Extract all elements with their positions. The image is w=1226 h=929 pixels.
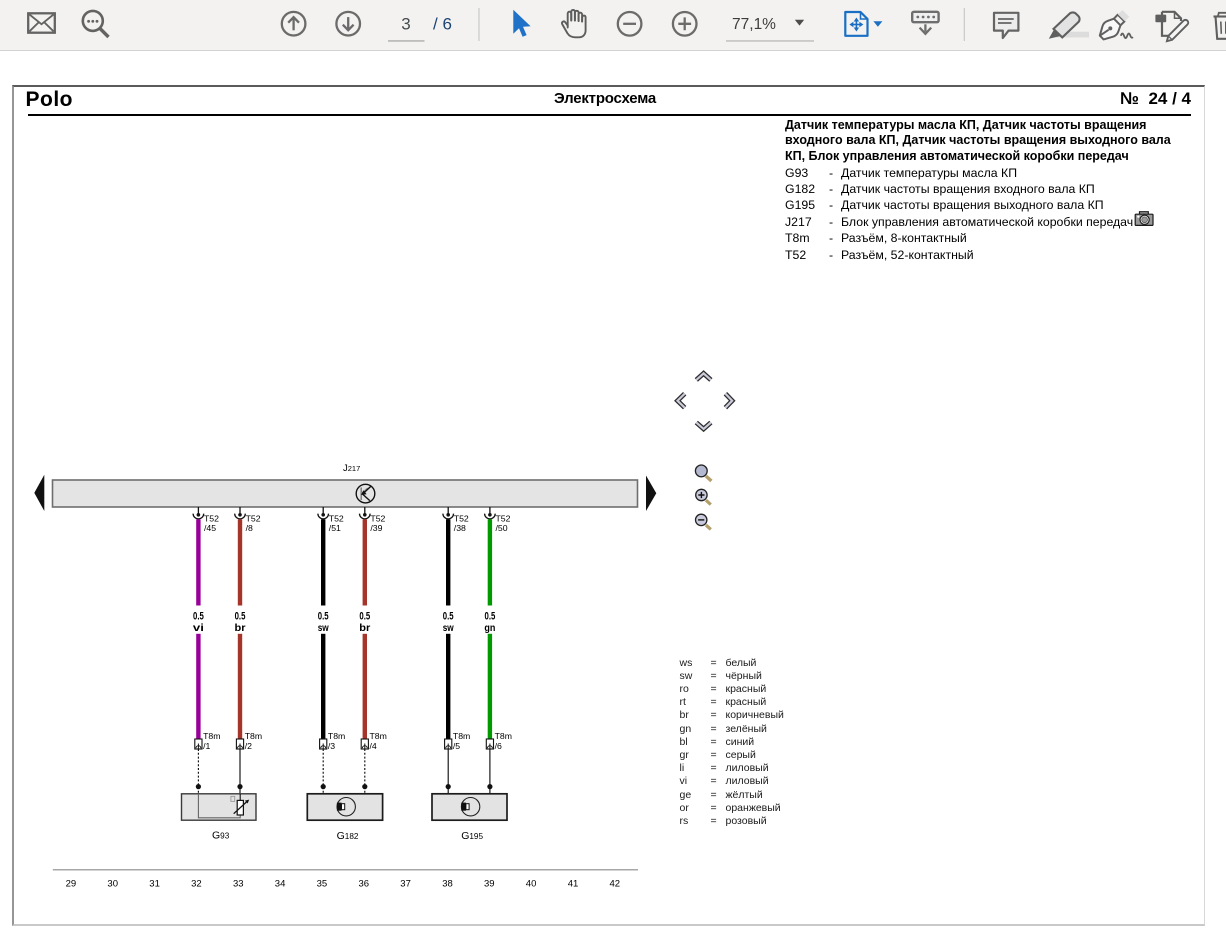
- svg-text:/5: /5: [453, 741, 460, 751]
- svg-text:0.5: 0.5: [485, 611, 496, 623]
- svg-text:T8m: T8m: [245, 731, 262, 741]
- svg-text:31: 31: [149, 879, 160, 890]
- svg-text:T8m: T8m: [328, 731, 345, 741]
- svg-text:39: 39: [484, 879, 495, 890]
- svg-text:br: br: [359, 622, 370, 634]
- svg-text:vi: vi: [193, 622, 204, 634]
- svg-text:T52: T52: [204, 513, 219, 523]
- svg-text:T8m: T8m: [453, 731, 470, 741]
- svg-text:35: 35: [317, 879, 328, 890]
- svg-text:/45: /45: [204, 523, 216, 533]
- svg-text:/51: /51: [329, 523, 341, 533]
- svg-text:br: br: [235, 622, 246, 634]
- svg-text:/1: /1: [203, 741, 210, 751]
- svg-text:gn: gn: [484, 622, 495, 634]
- svg-text:G182: G182: [337, 830, 359, 842]
- svg-text:sw: sw: [443, 622, 455, 634]
- svg-text:0.5: 0.5: [235, 611, 246, 623]
- svg-text:/50: /50: [496, 523, 508, 533]
- svg-text:T52: T52: [370, 513, 385, 523]
- svg-text:T8m: T8m: [495, 731, 512, 741]
- svg-text:T52: T52: [496, 513, 511, 523]
- svg-text:40: 40: [526, 879, 537, 890]
- svg-text:sw: sw: [318, 622, 330, 634]
- svg-text:37: 37: [400, 879, 411, 890]
- svg-text:42: 42: [610, 879, 621, 890]
- svg-text:29: 29: [66, 879, 77, 890]
- svg-text:36: 36: [359, 879, 370, 890]
- svg-text:/6: /6: [495, 741, 502, 751]
- svg-text:0.5: 0.5: [359, 611, 370, 623]
- svg-text:T52: T52: [329, 513, 344, 523]
- svg-text:G195: G195: [461, 830, 483, 842]
- svg-text:34: 34: [275, 879, 286, 890]
- svg-text:/2: /2: [245, 741, 252, 751]
- svg-text:/38: /38: [454, 523, 466, 533]
- svg-text:T52: T52: [454, 513, 469, 523]
- svg-text:/4: /4: [370, 741, 377, 751]
- svg-text:/8: /8: [246, 523, 253, 533]
- svg-text:G93: G93: [212, 830, 230, 842]
- svg-text:0.5: 0.5: [443, 611, 454, 623]
- svg-text:T8m: T8m: [370, 731, 387, 741]
- svg-text:41: 41: [568, 879, 579, 890]
- svg-text:0.5: 0.5: [193, 611, 204, 623]
- svg-text:30: 30: [107, 879, 118, 890]
- svg-text:/39: /39: [370, 523, 382, 533]
- svg-text:38: 38: [442, 879, 453, 890]
- svg-text:T52: T52: [246, 513, 261, 523]
- svg-text:0.5: 0.5: [318, 611, 329, 623]
- svg-text:33: 33: [233, 879, 244, 890]
- svg-text:32: 32: [191, 879, 202, 890]
- svg-text:/3: /3: [328, 741, 335, 751]
- svg-text:T8m: T8m: [203, 731, 220, 741]
- svg-text:J217: J217: [343, 463, 360, 474]
